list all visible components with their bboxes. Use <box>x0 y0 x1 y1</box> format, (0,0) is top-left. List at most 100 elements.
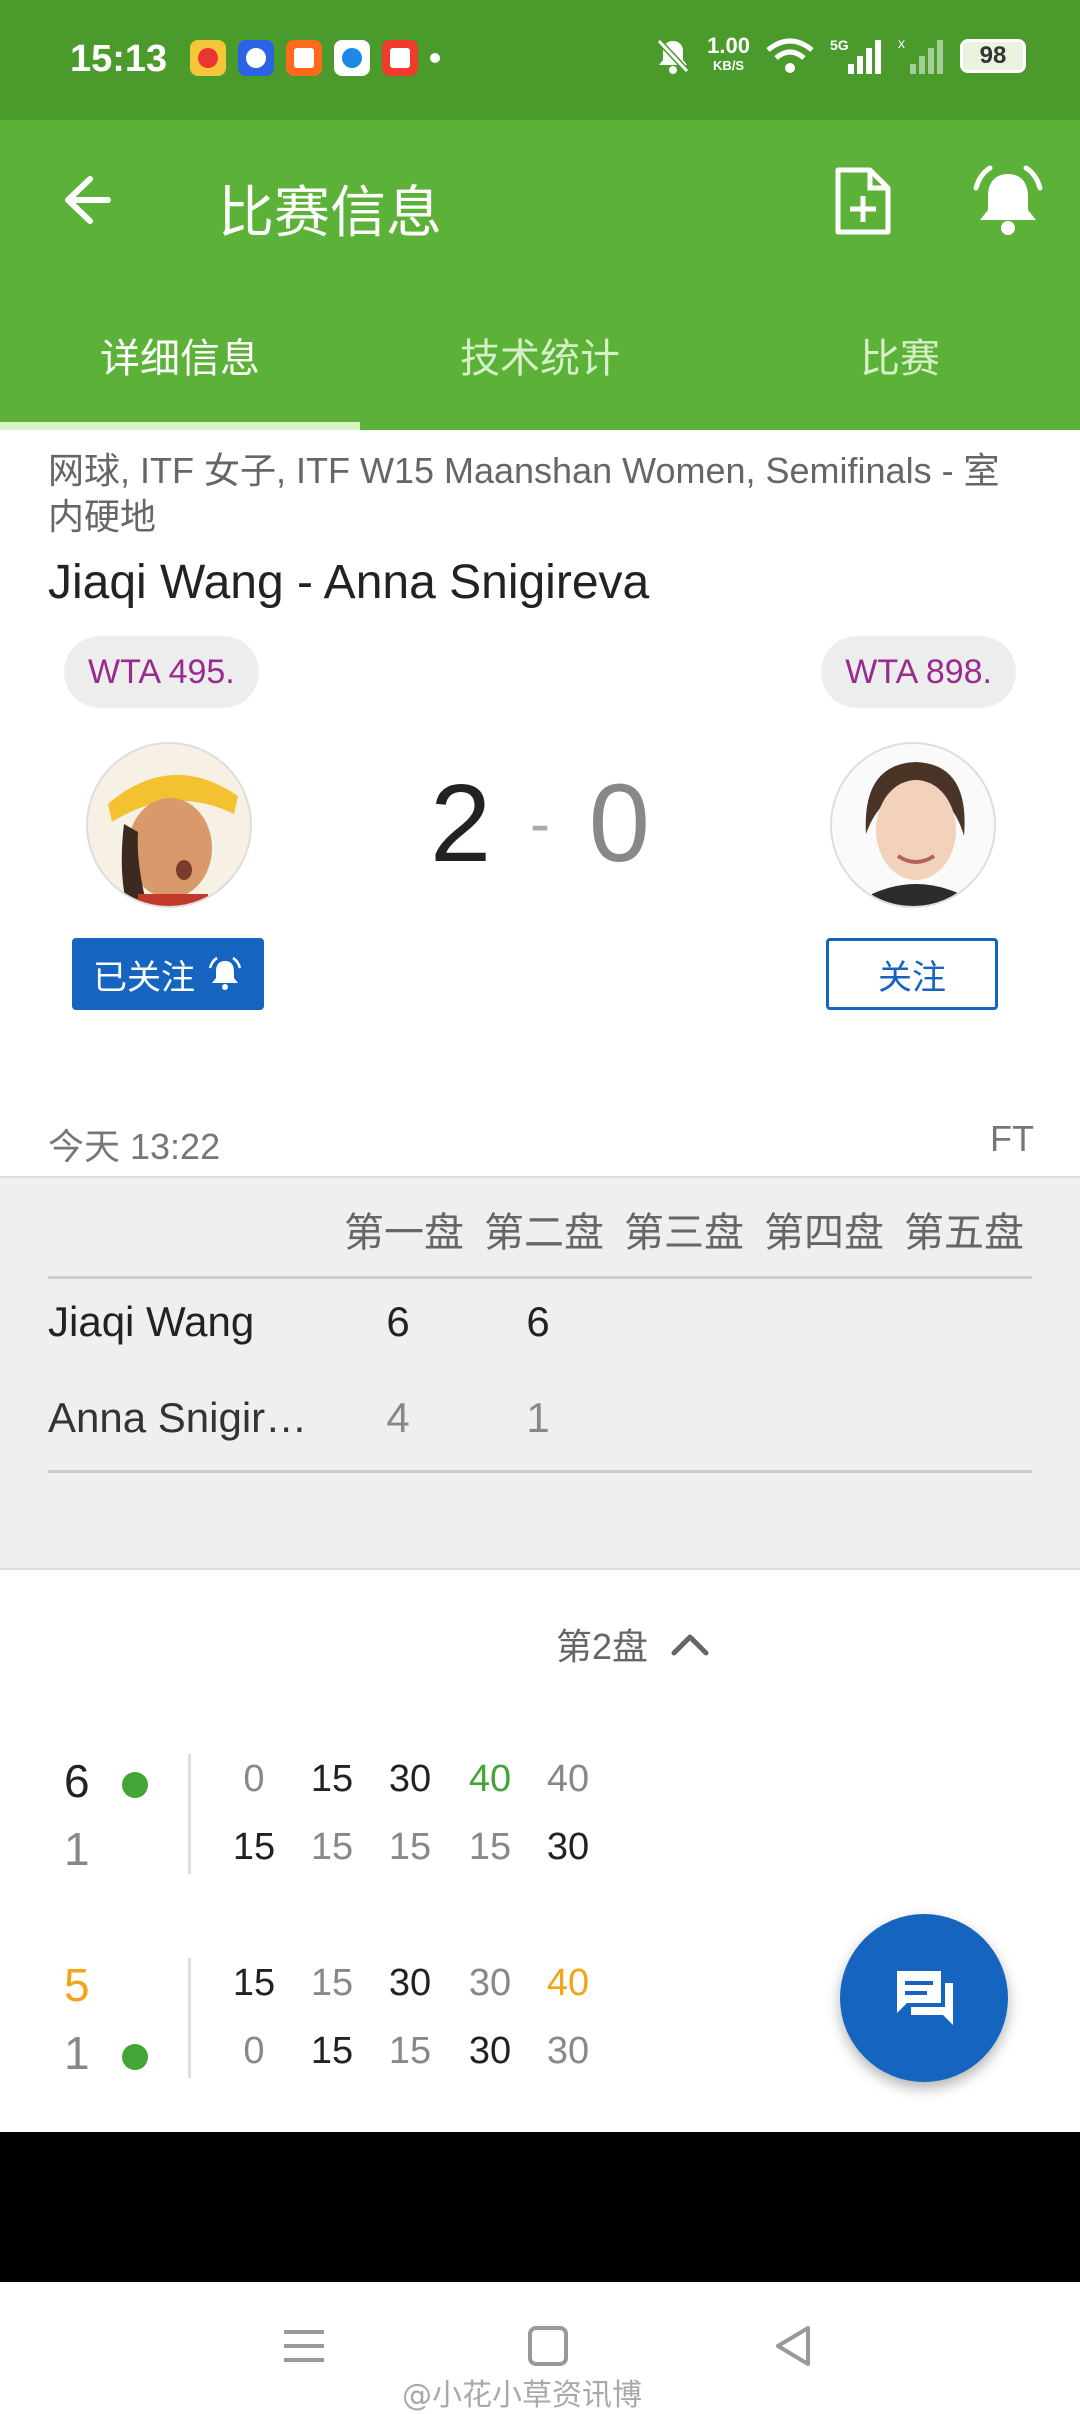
point: 40 <box>468 1758 512 1800</box>
set-selector-label: 第2盘 <box>556 1626 649 1667</box>
game-score: 1 <box>64 2027 90 2079</box>
player-name: Anna Snigireva <box>48 1394 328 1441</box>
game-line-bottom: 1 0 15 15 30 30 <box>0 2026 700 2086</box>
back-arrow-icon[interactable] <box>50 165 120 235</box>
match-start-time: 今天 13:22 <box>48 1126 221 1167</box>
svg-text:x: x <box>898 36 905 51</box>
away-follow-label: 关注 <box>878 958 946 997</box>
watermark: @小花小草资讯博 <box>402 2378 642 2413</box>
point: 30 <box>388 1962 432 2004</box>
point: 15 <box>232 1826 276 1868</box>
tab-bar: 详细信息 技术统计 比赛 <box>0 280 1080 430</box>
player-name: Jiaqi Wang <box>48 1298 255 1345</box>
set-header-2: 第二盘 <box>484 1210 604 1256</box>
bell-icon <box>208 956 242 990</box>
chevron-up-icon <box>671 1634 709 1656</box>
home-rank-badge: WTA 495. <box>64 636 259 708</box>
page-title: 比赛信息 <box>218 181 442 246</box>
table-divider <box>48 1470 1032 1473</box>
point: 30 <box>468 2030 512 2072</box>
taobao-icon <box>286 40 322 76</box>
point: 15 <box>388 1826 432 1868</box>
point: 30 <box>388 1758 432 1800</box>
away-sets-won: 0 <box>588 762 650 885</box>
point: 15 <box>310 1826 354 1868</box>
home-follow-label: 已关注 <box>93 958 195 997</box>
table-row: Jiaqi Wang 6 6 <box>48 1298 1028 1358</box>
wifi-icon <box>766 38 814 73</box>
game-score: 1 <box>64 1823 90 1875</box>
qq-browser-icon <box>334 40 370 76</box>
set-header-3: 第三盘 <box>624 1210 744 1256</box>
net-speed-value: 1.00 <box>707 33 750 58</box>
black-band <box>0 2132 1080 2282</box>
set-scores-table: 第一盘 第二盘 第三盘 第四盘 第五盘 Jiaqi Wang 6 6 Anna … <box>0 1176 1080 1570</box>
game-line-bottom: 1 15 15 15 15 30 <box>0 1822 700 1882</box>
table-row: Anna Snigireva 4 1 <box>48 1394 1028 1454</box>
home-follow-button[interactable]: 已关注 <box>72 938 264 1010</box>
game-block: 6 0 15 30 40 40 1 15 15 15 15 30 <box>0 1754 1080 1894</box>
svg-text:5G: 5G <box>830 37 849 53</box>
notification-icons <box>190 40 440 76</box>
add-file-icon[interactable] <box>830 166 896 236</box>
tab-match[interactable]: 比赛 <box>720 280 1080 430</box>
signal-icon: x <box>898 36 943 74</box>
away-rank-badge: WTA 898. <box>821 636 1016 708</box>
alarm-bell-icon[interactable] <box>970 164 1046 238</box>
point: 15 <box>310 1962 354 2004</box>
point: 40 <box>546 1758 590 1800</box>
point: 15 <box>232 1962 276 2004</box>
net-speed-unit: KB/S <box>713 58 745 73</box>
more-notifications-icon <box>430 53 440 63</box>
tab-details[interactable]: 详细信息 <box>0 280 360 430</box>
away-player-avatar[interactable] <box>830 742 996 908</box>
point: 15 <box>468 1826 512 1868</box>
home-sets-won: 2 <box>430 762 492 885</box>
set-headers: 第一盘 第二盘 第三盘 第四盘 第五盘 <box>334 1200 1034 1258</box>
set-header-4: 第四盘 <box>764 1210 884 1256</box>
baidu-icon <box>238 40 274 76</box>
match-status: FT <box>990 1118 1034 1159</box>
home-player-avatar[interactable] <box>86 742 252 908</box>
set-score: 1 <box>526 1394 550 1441</box>
point: 15 <box>310 2030 354 2072</box>
point: 30 <box>546 1826 590 1868</box>
comments-fab[interactable] <box>840 1914 1008 2082</box>
game-score: 5 <box>64 1959 90 2011</box>
point: 0 <box>243 1758 265 1800</box>
set-header-1: 第一盘 <box>344 1210 464 1256</box>
point: 30 <box>546 2030 590 2072</box>
point: 0 <box>243 2030 265 2072</box>
match-time-row: 今天 13:22 FT <box>48 1118 1034 1170</box>
away-follow-button[interactable]: 关注 <box>826 938 998 1010</box>
serve-indicator <box>122 2044 148 2070</box>
point: 30 <box>468 1962 512 2004</box>
app-icon <box>382 40 418 76</box>
match-title: Jiaqi Wang - Anna Snigireva <box>48 556 650 609</box>
app-bar: 比赛信息 <box>0 120 1080 280</box>
5g-signal-icon: 5G <box>830 37 881 74</box>
point: 40 <box>546 1962 590 2004</box>
match-score: 2 - 0 <box>430 760 650 887</box>
set-score: 4 <box>386 1394 410 1441</box>
mute-icon <box>656 38 690 74</box>
status-time: 15:13 <box>70 38 168 80</box>
score-separator: - <box>530 790 550 857</box>
game-line-top: 5 15 15 30 30 40 <box>0 1958 700 2018</box>
tab-statistics[interactable]: 技术统计 <box>360 280 720 430</box>
set-score: 6 <box>386 1298 410 1345</box>
menu-icon[interactable] <box>276 2318 332 2374</box>
game-line-top: 6 0 15 30 40 40 <box>0 1754 700 1814</box>
home-icon[interactable] <box>520 2318 576 2374</box>
weibo-icon <box>190 40 226 76</box>
battery-level: 98 <box>979 42 1007 69</box>
status-bar: 15:13 1.00 KB/S 5G x 98 <box>0 0 1080 120</box>
set-header-5: 第五盘 <box>904 1210 1024 1256</box>
point: 15 <box>388 2030 432 2072</box>
game-score: 6 <box>64 1755 90 1807</box>
battery-icon: 98 <box>960 39 1026 73</box>
table-divider <box>48 1276 1032 1279</box>
set-score: 6 <box>526 1298 550 1345</box>
back-icon[interactable] <box>766 2318 822 2374</box>
set-selector[interactable]: 第2盘 <box>556 1618 710 1670</box>
